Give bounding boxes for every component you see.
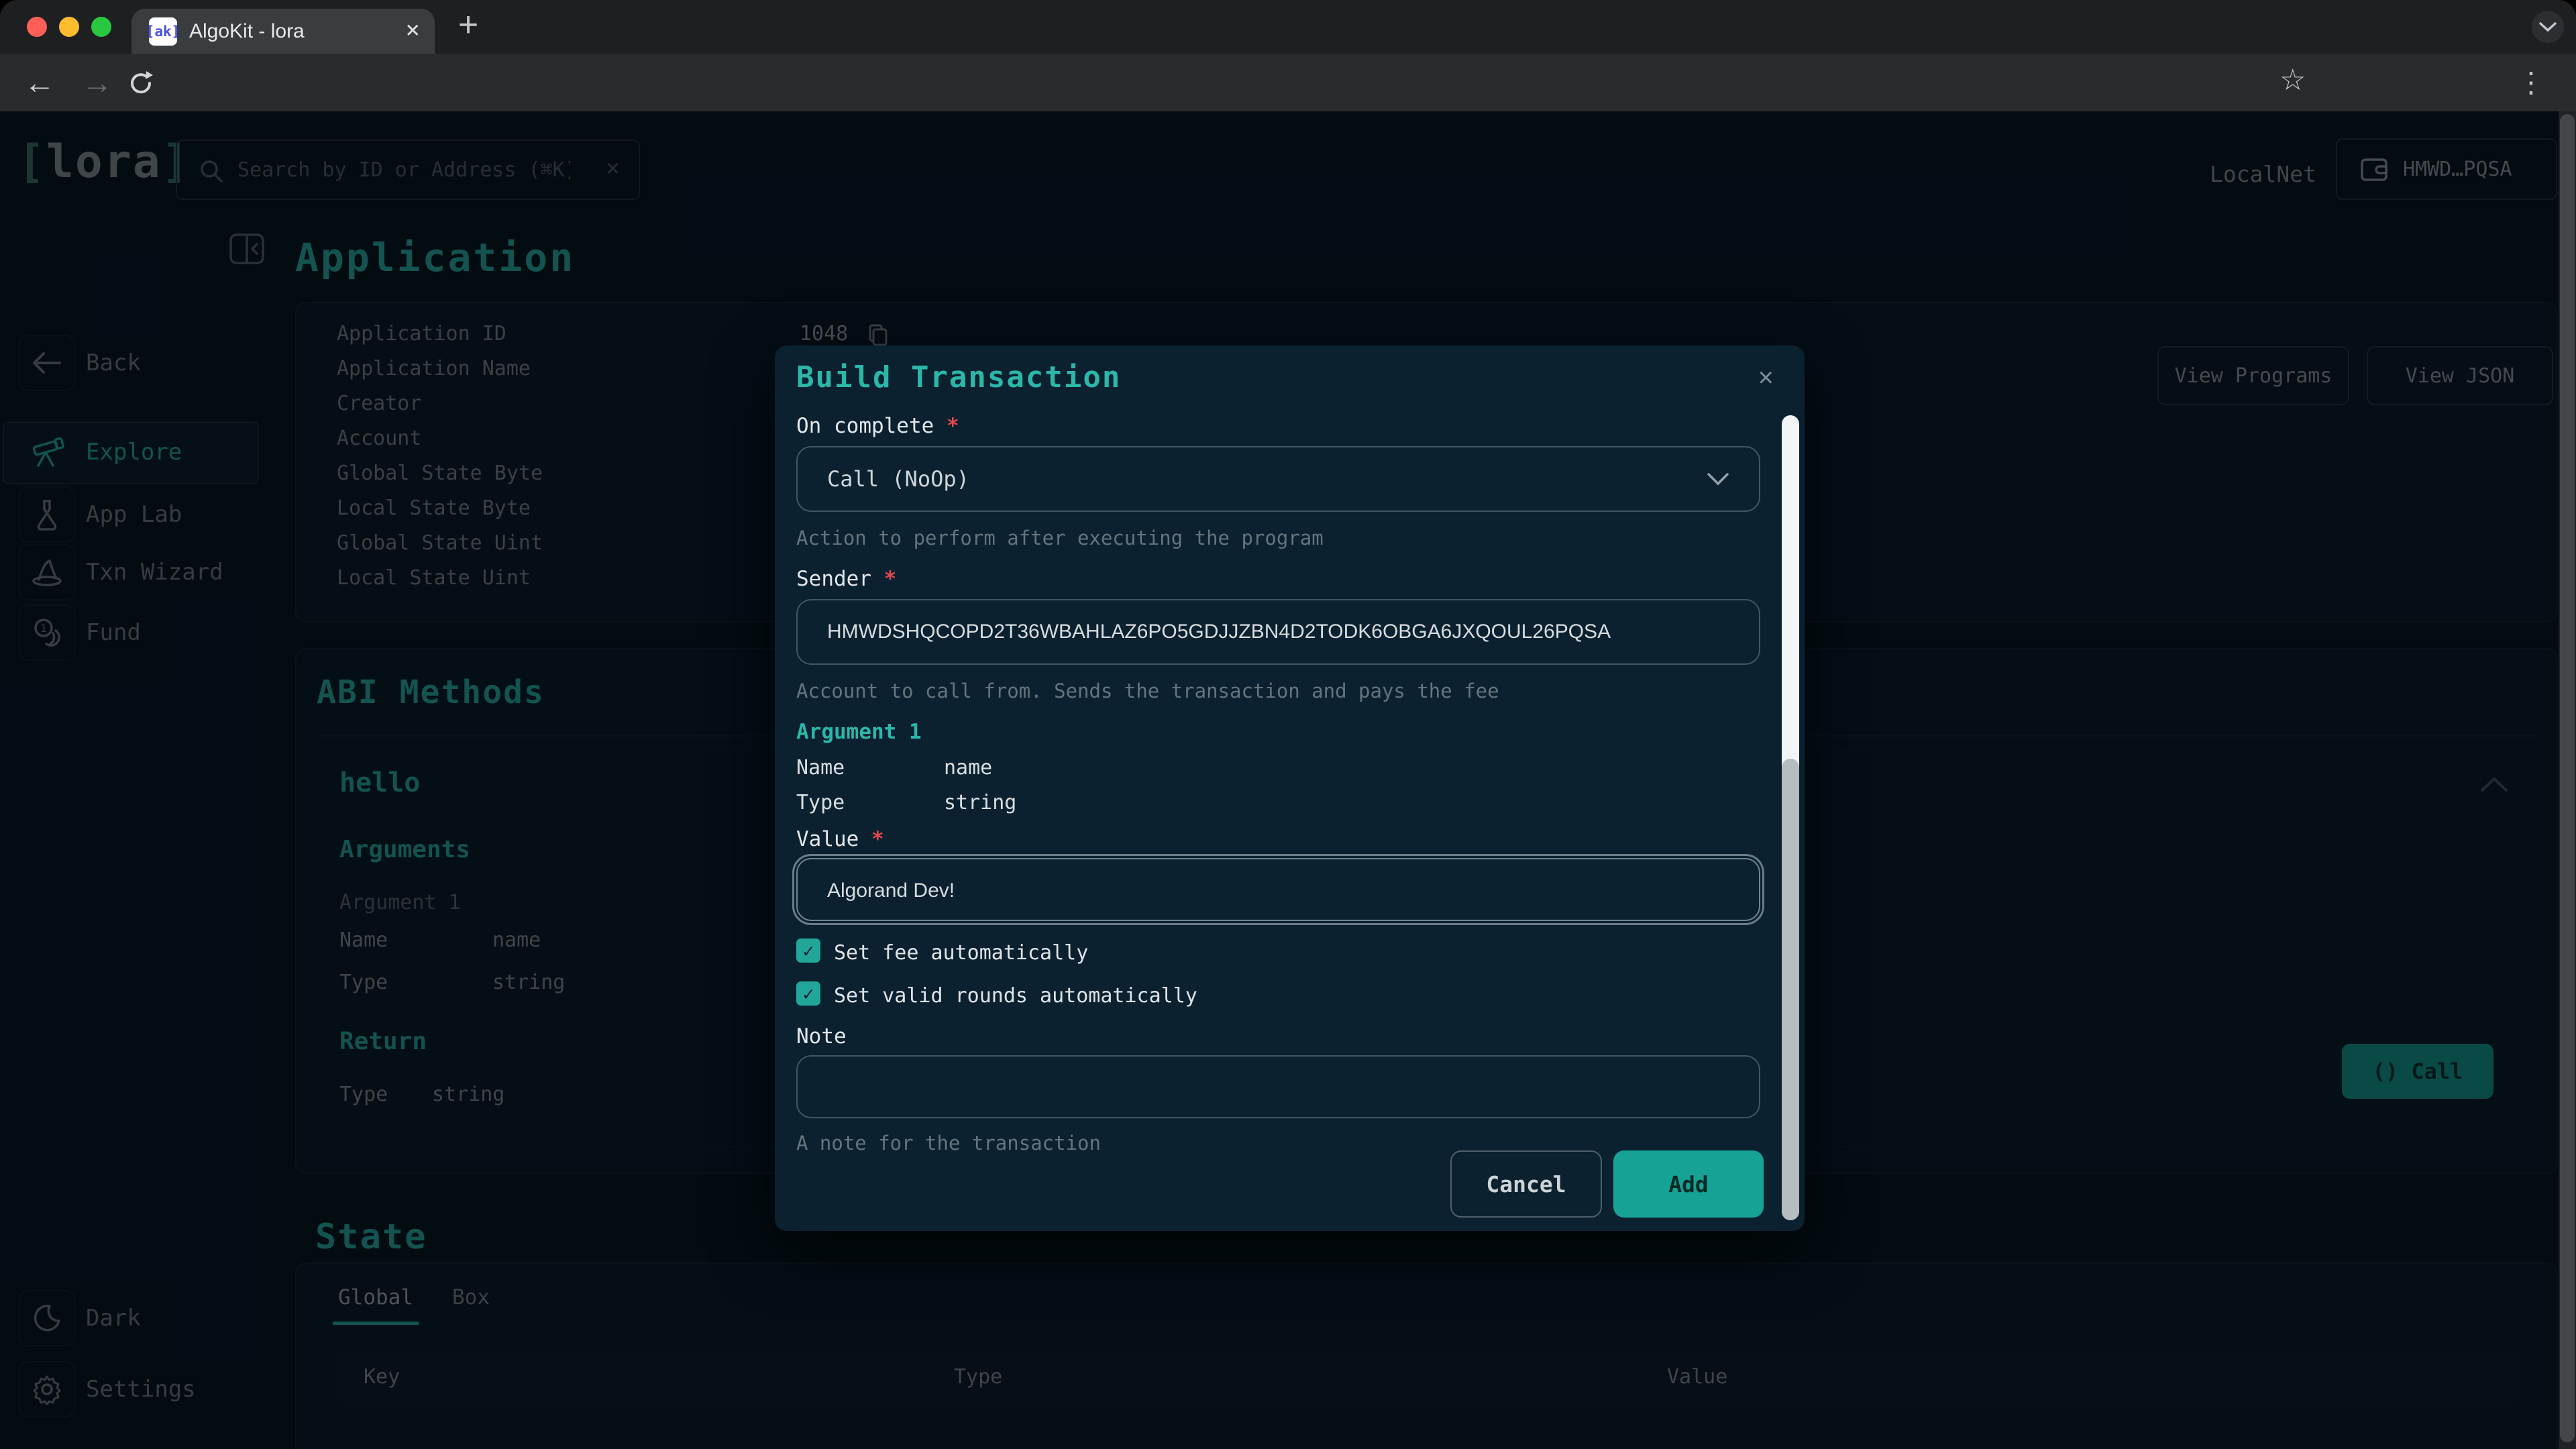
page-scrollbar-thumb[interactable] [2560,114,2575,1442]
sender-helper: Account to call from. Sends the transact… [796,680,1499,702]
value-label: Value * [796,827,884,851]
sender-input[interactable] [826,600,1711,663]
on-complete-value: Call (NoOp) [827,447,969,511]
new-tab-button[interactable]: + [448,5,488,46]
page-scrollbar[interactable] [2559,111,2576,1449]
dialog-scrollbar-thumb[interactable] [1782,759,1799,1220]
valid-rounds-checkbox-label[interactable]: Set valid rounds automatically [834,984,1197,1008]
tab-strip: [ak] AlgoKit - lora × + [0,0,2576,54]
on-complete-helper: Action to perform after executing the pr… [796,527,1324,549]
dialog-scrollbar[interactable] [1782,415,1799,1220]
sender-field[interactable] [796,599,1760,665]
fee-checkbox[interactable]: ✓ [796,938,820,963]
forward-nav-button[interactable]: → [82,54,113,111]
note-helper: A note for the transaction [796,1132,1101,1155]
algokit-favicon-icon: [ak] [149,17,177,46]
add-button[interactable]: Add [1613,1150,1764,1218]
browser-toolbar: ← → lora.algokit.io/localnet/application… [0,54,2576,111]
reload-button[interactable] [126,68,156,98]
macos-zoom-button[interactable] [91,17,111,37]
value-field[interactable] [796,858,1760,921]
bookmark-star-icon[interactable]: ☆ [2279,63,2306,97]
dialog-title: Build Transaction [796,360,1121,394]
argument-name-value: name [944,756,992,780]
on-complete-label: On complete * [796,414,959,438]
back-nav-button[interactable]: ← [24,54,55,111]
cancel-button[interactable]: Cancel [1450,1150,1602,1218]
value-input[interactable] [826,859,1711,922]
macos-close-button[interactable] [27,17,47,37]
macos-minimize-button[interactable] [59,17,79,37]
argument-type-value: string [944,791,1016,814]
chevron-down-icon [2538,21,2557,33]
note-input[interactable] [826,1057,1711,1120]
chevron-down-icon [1707,472,1729,486]
argument-heading: Argument 1 [796,720,922,744]
note-field[interactable] [796,1055,1760,1118]
on-complete-select[interactable]: Call (NoOp) [796,446,1760,512]
dialog-close-icon[interactable]: × [1758,363,1774,393]
browser-window: [ak] AlgoKit - lora × + ← → lora.algokit… [0,0,2576,1449]
build-transaction-dialog: Build Transaction × On complete * Call (… [775,345,1805,1231]
argument-name-label: Name [796,756,845,780]
browser-tab[interactable]: [ak] AlgoKit - lora × [131,9,435,54]
tab-title: AlgoKit - lora [189,9,305,54]
note-label: Note [796,1024,847,1049]
sender-label: Sender * [796,567,896,591]
argument-type-label: Type [796,791,845,814]
valid-rounds-checkbox[interactable]: ✓ [796,981,820,1006]
fee-checkbox-label[interactable]: Set fee automatically [834,941,1088,965]
browser-menu-icon[interactable]: ⋮ [2517,54,2545,111]
tab-search-button[interactable] [2532,11,2564,43]
tab-close-icon[interactable]: × [405,9,420,52]
